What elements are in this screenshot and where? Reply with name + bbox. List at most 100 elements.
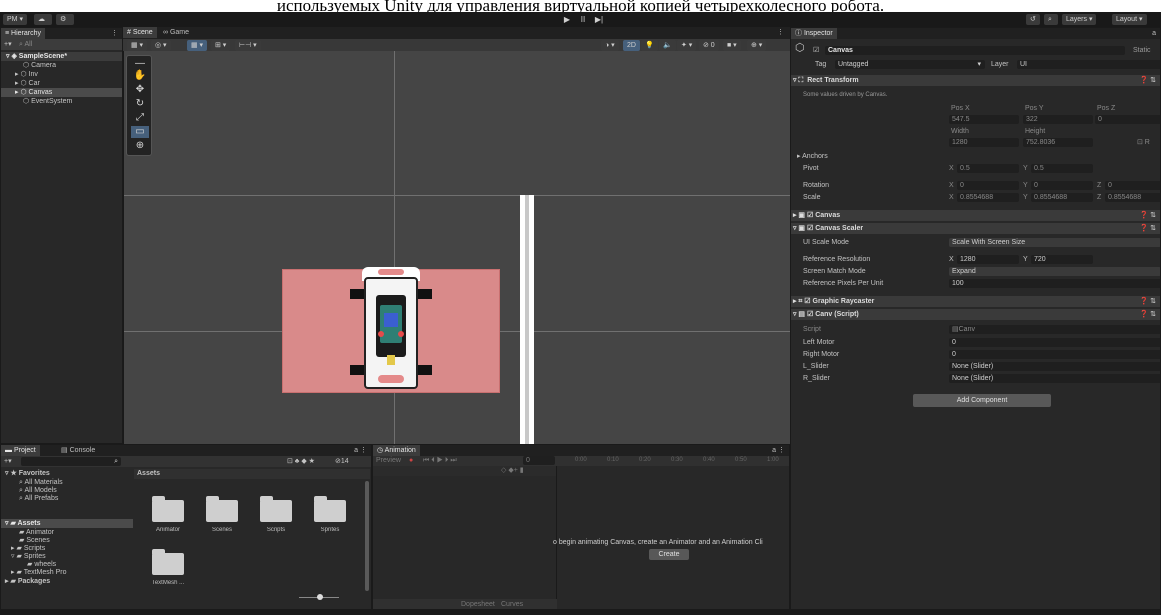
tab-console[interactable]: ▤ Console xyxy=(57,445,99,456)
fav-all-prefabs[interactable]: ⌕ All Prefabs xyxy=(19,494,58,503)
filter-icons[interactable]: ⊡ ♣ ◆ ★ xyxy=(287,457,315,466)
folder-icon[interactable] xyxy=(260,496,292,522)
tree-textmesh[interactable]: ▸ ▰ TextMesh Pro xyxy=(11,568,66,577)
scale-x-field[interactable]: 0.8554688 xyxy=(957,193,1019,202)
blueprint-icon[interactable]: ⊡ R xyxy=(1137,138,1150,147)
l-slider-field[interactable]: None (Slider) xyxy=(949,362,1160,371)
hierarchy-item-canvas[interactable]: ▸ ⬡ Canvas xyxy=(15,88,52,97)
hierarchy-item-inv[interactable]: ▸ ⬡ Inv xyxy=(15,70,38,79)
rect-transform-header[interactable]: ▿ ⛶ Rect Transform ❓ ⇅ xyxy=(791,75,1160,86)
hidden-objects-icon[interactable]: ⊘ 0 xyxy=(699,40,719,51)
script-field[interactable]: ▤Canv xyxy=(949,325,1160,334)
component-menu-icon[interactable]: ❓ ⇅ xyxy=(1139,296,1156,307)
height-field[interactable]: 752.8036 xyxy=(1023,138,1093,147)
tab-animation[interactable]: ◷ Animation xyxy=(373,445,420,456)
posy-field[interactable]: 322 xyxy=(1023,115,1093,124)
component-menu-icon[interactable]: ❓ ⇅ xyxy=(1139,309,1156,320)
scale-z-field[interactable]: 0.8554688 xyxy=(1105,193,1160,202)
ref-res-x-field[interactable]: 1280 xyxy=(957,255,1019,264)
tab-scene[interactable]: # Scene xyxy=(123,27,157,38)
canv-script-header[interactable]: ▿ ▤ ☑ Canv (Script) ❓ ⇅ xyxy=(791,309,1160,320)
folder-icon[interactable] xyxy=(152,549,184,575)
favorites-folder[interactable]: ▿ ★ Favorites xyxy=(5,469,50,478)
right-motor-field[interactable]: 0 xyxy=(949,350,1160,359)
robot-sprite[interactable] xyxy=(350,265,432,399)
rotation-z-field[interactable]: 0 xyxy=(1105,181,1160,190)
panel-menu-icon[interactable]: a ⋮ xyxy=(350,445,371,456)
record-icon[interactable]: ● xyxy=(409,456,413,465)
screen-match-mode-dropdown[interactable]: Expand xyxy=(949,267,1160,276)
object-name-field[interactable]: Canvas xyxy=(825,46,1125,55)
project-search-input[interactable]: ⌕ xyxy=(21,457,121,466)
folder-icon[interactable] xyxy=(206,496,238,522)
rect-tool-icon[interactable]: ▭ xyxy=(131,126,149,138)
component-menu-icon[interactable]: ❓ ⇅ xyxy=(1139,223,1156,234)
move-tool-icon[interactable]: ✥ xyxy=(131,84,149,96)
layers-dropdown[interactable]: Layers ▾ xyxy=(1062,14,1097,25)
canvas-component-header[interactable]: ▸ ▣ ☑ Canvas ❓ ⇅ xyxy=(791,210,1160,221)
scale-y-field[interactable]: 0.8554688 xyxy=(1031,193,1093,202)
grid-snap-button[interactable]: ▦ ▾ xyxy=(187,40,208,51)
component-menu-icon[interactable]: ❓ ⇅ xyxy=(1139,210,1156,221)
hierarchy-search-input[interactable]: ⌕ All xyxy=(19,40,32,49)
account-button[interactable]: PM ▾ xyxy=(3,14,27,25)
scale-tool-icon[interactable]: ⤢ xyxy=(131,112,149,124)
keyframe-icons[interactable]: ◇ ◆+ ▮ xyxy=(501,466,524,475)
hierarchy-item-camera[interactable]: ⬡ Camera xyxy=(23,61,56,70)
canvas-scaler-header[interactable]: ▿ ▣ ☑ Canvas Scaler ❓ ⇅ xyxy=(791,223,1160,234)
pixels-per-unit-field[interactable]: 100 xyxy=(949,279,1160,288)
ui-scale-mode-dropdown[interactable]: Scale With Screen Size xyxy=(949,238,1160,247)
rotate-tool-icon[interactable]: ↻ xyxy=(131,98,149,110)
static-toggle[interactable]: Static xyxy=(1133,46,1151,55)
layout-dropdown[interactable]: Layout ▾ xyxy=(1112,14,1147,25)
rotation-y-field[interactable]: 0 xyxy=(1031,181,1093,190)
left-motor-field[interactable]: 0 xyxy=(949,338,1160,347)
ref-res-y-field[interactable]: 720 xyxy=(1031,255,1093,264)
snap-increment-button[interactable]: ⊞ ▾ xyxy=(211,40,231,51)
create-animation-button[interactable]: Create xyxy=(649,549,689,560)
play-button[interactable]: ▶ xyxy=(560,14,574,25)
playback-controls[interactable]: ⏮ ⏴ ▶ ⏵ ⏭ xyxy=(423,456,457,465)
frame-field[interactable]: 0 xyxy=(523,456,555,465)
folder-icon[interactable] xyxy=(152,496,184,522)
hierarchy-item-eventsystem[interactable]: ⬡ EventSystem xyxy=(23,97,72,106)
tag-dropdown[interactable]: Untagged ▾ xyxy=(835,60,985,69)
folder-icon[interactable] xyxy=(314,496,346,522)
scene-viewport[interactable]: — ✋ ✥ ↻ ⤢ ▭ ⊕ xyxy=(124,51,790,444)
mode-2d-button[interactable]: 2D xyxy=(623,40,640,51)
search-icon[interactable]: ⌕ xyxy=(1044,14,1058,25)
view-tool-icon[interactable]: — xyxy=(131,58,149,70)
dopesheet-tab[interactable]: Dopesheet xyxy=(461,600,495,609)
preview-toggle[interactable]: Preview xyxy=(376,456,401,465)
posz-field[interactable]: 0 xyxy=(1095,115,1160,124)
hand-tool-icon[interactable]: ✋ xyxy=(131,70,149,82)
shading-button[interactable]: ◑ ▾ xyxy=(601,40,619,51)
history-icon[interactable]: ↺ xyxy=(1026,14,1040,25)
rotation-x-field[interactable]: 0 xyxy=(957,181,1019,190)
tab-project[interactable]: ▬ Project xyxy=(1,445,40,456)
graphic-raycaster-header[interactable]: ▸ ⌗ ☑ Graphic Raycaster ❓ ⇅ xyxy=(791,296,1160,307)
pivot-x-field[interactable]: 0.5 xyxy=(957,164,1019,173)
r-slider-field[interactable]: None (Slider) xyxy=(949,374,1160,383)
panel-menu-icon[interactable]: ⋮ xyxy=(773,27,788,38)
hierarchy-item-car[interactable]: ▸ ⬡ Car xyxy=(15,79,40,88)
tab-inspector[interactable]: ⓘ Inspector xyxy=(791,28,837,39)
hidden-count[interactable]: ⊘14 xyxy=(335,457,349,466)
gizmos-button[interactable]: ⊕ ▾ xyxy=(747,40,767,51)
layer-dropdown[interactable]: UI xyxy=(1017,60,1160,69)
draw-mode-button[interactable]: ▦ ▾ xyxy=(127,40,148,51)
move-snap-button[interactable]: ⊢⊣ ▾ xyxy=(235,40,261,51)
anchors-foldout[interactable]: ▸ Anchors xyxy=(797,152,828,161)
create-icon[interactable]: +▾ xyxy=(4,457,12,466)
step-button[interactable]: ▶| xyxy=(592,14,606,25)
width-field[interactable]: 1280 xyxy=(949,138,1019,147)
scrollbar[interactable] xyxy=(365,481,369,591)
cloud-icon[interactable]: ☁ xyxy=(34,14,52,25)
zoom-slider-handle[interactable] xyxy=(317,594,323,600)
pivot-y-field[interactable]: 0.5 xyxy=(1031,164,1093,173)
tab-hierarchy[interactable]: ≡ Hierarchy xyxy=(1,28,45,39)
packages-folder[interactable]: ▸ ▰ Packages xyxy=(5,577,50,586)
lock-icon[interactable]: a xyxy=(1148,28,1160,39)
posx-field[interactable]: 547.5 xyxy=(949,115,1019,124)
assets-folder[interactable]: ▿ ▰ Assets xyxy=(5,519,41,528)
